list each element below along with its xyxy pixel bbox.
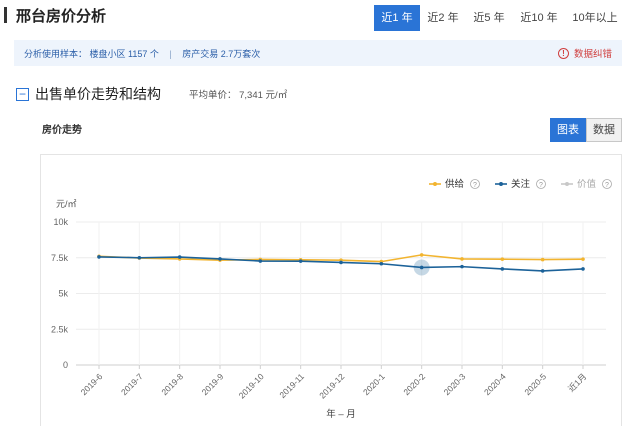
data-point	[177, 255, 182, 259]
x-tick-label: 2019-9	[200, 371, 226, 397]
x-tick-label: 2019-12	[317, 371, 346, 400]
help-icon-glyph: ?	[539, 182, 543, 189]
title-accent-bar	[4, 7, 7, 23]
legend-marker	[499, 182, 503, 186]
range-tab-5y[interactable]: 近5 年	[466, 5, 512, 31]
sample-info-bar: 分析使用样本： 楼盘小区 1157 个 | 房产交易 2.7万套次 ! 数据纠错	[14, 40, 622, 66]
legend-marker	[433, 182, 437, 186]
report-error-button[interactable]: ! 数据纠错	[557, 46, 612, 60]
transaction-count: 房产交易 2.7万套次	[182, 49, 261, 59]
average-price: 平均单价： 7,341 元/㎡	[189, 90, 288, 101]
data-point	[460, 257, 464, 261]
data-point	[298, 259, 303, 263]
range-tab-10y[interactable]: 近10 年	[512, 5, 566, 31]
alert-circle-icon: !	[557, 47, 569, 59]
x-tick-label: 2020-5	[522, 371, 548, 397]
range-tab-1y[interactable]: 近1 年	[374, 5, 420, 31]
sample-count: 分析使用样本： 楼盘小区 1157 个	[24, 49, 159, 59]
data-point	[581, 267, 585, 271]
title-bar: 邢台房价分析 近1 年 近2 年 近5 年 近10 年 10年以上	[0, 0, 640, 36]
x-tick-label: 2019-7	[119, 371, 145, 397]
range-tab-10y-plus[interactable]: 10年以上	[566, 5, 624, 31]
x-tick-label: 2019-10	[237, 371, 266, 400]
x-tick-label: 2020-3	[442, 371, 468, 397]
chart-panel: 0 2.5k 5k 7.5k 10k 元/㎡ 2019-6 2019-7 2019-8 2019-…	[40, 154, 622, 426]
x-tick-label: 近1月	[566, 371, 588, 393]
section-title: 出售单价走势和结构	[35, 86, 161, 102]
y-tick-label: 10k	[53, 217, 68, 227]
x-tick-label: 2020-2	[401, 371, 427, 397]
data-point	[500, 267, 505, 271]
x-tick-label: 2019-6	[79, 371, 105, 397]
data-point	[460, 264, 464, 269]
time-range-tabs: 近1 年 近2 年 近5 年 近10 年 10年以上	[374, 5, 624, 31]
data-view-button[interactable]: 数据	[586, 118, 622, 142]
data-point	[419, 265, 424, 270]
data-point	[137, 255, 142, 260]
x-tick-label: 2019-11	[277, 371, 306, 400]
y-tick-label: 5k	[58, 289, 68, 299]
data-point	[540, 269, 545, 273]
legend-label: 供给	[445, 178, 465, 190]
data-point	[540, 257, 545, 262]
data-point	[581, 257, 585, 261]
section-header: − 出售单价走势和结构 平均单价： 7,341 元/㎡	[16, 84, 287, 104]
data-point	[218, 257, 222, 261]
help-icon-glyph: ?	[473, 182, 477, 189]
view-toggle: 图表 数据	[550, 118, 622, 142]
data-point	[419, 253, 424, 257]
x-tick-label: 2020-1	[361, 371, 387, 397]
price-trend-title: 房价走势	[42, 125, 82, 136]
legend-marker	[565, 182, 569, 186]
report-error-label: 数据纠错	[573, 49, 612, 60]
data-point	[500, 257, 505, 261]
y-tick-label: 2.5k	[51, 324, 69, 334]
x-tick-label: 2020-4	[482, 371, 508, 397]
legend-label: 价值	[577, 178, 597, 190]
page-title: 邢台房价分析	[16, 8, 107, 25]
range-tab-2y[interactable]: 近2 年	[420, 5, 466, 31]
data-point	[97, 255, 101, 259]
y-tick-label: 7.5k	[51, 253, 69, 263]
y-tick-label: 0	[63, 360, 68, 370]
collapse-icon[interactable]: −	[16, 87, 29, 101]
info-separator: |	[169, 49, 172, 59]
x-axis-label: 年 – 月	[326, 408, 356, 420]
price-trend-chart: 0 2.5k 5k 7.5k 10k 元/㎡ 2019-6 2019-7 2019-8 2019-…	[51, 178, 612, 420]
x-tick-label: 2019-8	[159, 371, 185, 397]
sample-info-text: 分析使用样本： 楼盘小区 1157 个 | 房产交易 2.7万套次	[24, 47, 260, 60]
legend-label: 关注	[511, 178, 531, 190]
data-point	[339, 260, 343, 265]
data-point	[379, 261, 384, 266]
data-point	[258, 259, 263, 263]
chart-view-button[interactable]: 图表	[550, 118, 586, 142]
help-icon-glyph: ?	[605, 182, 609, 189]
y-axis-label: 元/㎡	[56, 199, 77, 209]
